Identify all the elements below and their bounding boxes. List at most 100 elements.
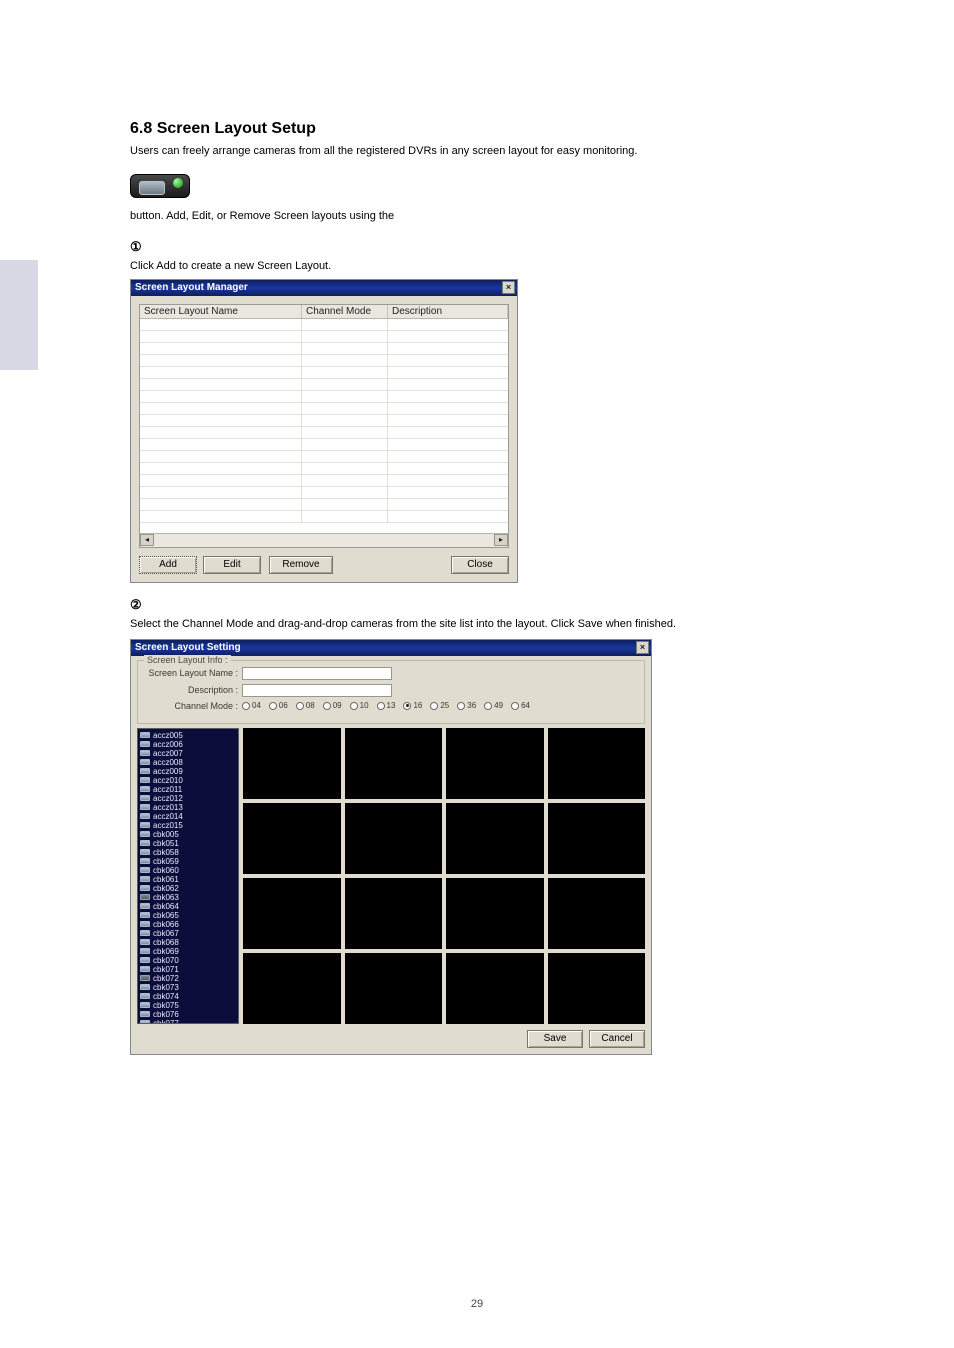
- tree-item[interactable]: accz011: [140, 785, 236, 794]
- layout-cell[interactable]: [446, 953, 544, 1024]
- tree-item[interactable]: cbk064: [140, 902, 236, 911]
- tree-item[interactable]: cbk076: [140, 1010, 236, 1019]
- table-row[interactable]: [140, 391, 508, 403]
- tree-item[interactable]: accz009: [140, 767, 236, 776]
- layout-cell[interactable]: [345, 878, 443, 949]
- layout-cell[interactable]: [446, 878, 544, 949]
- radio-channel-36[interactable]: 36: [457, 701, 476, 710]
- radio-channel-13[interactable]: 13: [377, 701, 396, 710]
- radio-channel-08[interactable]: 08: [296, 701, 315, 710]
- screen-layout-name-field[interactable]: [242, 667, 392, 680]
- radio-channel-49[interactable]: 49: [484, 701, 503, 710]
- radio-channel-16[interactable]: 16: [403, 701, 422, 710]
- tree-item[interactable]: cbk075: [140, 1001, 236, 1010]
- close-button[interactable]: Close: [451, 556, 509, 574]
- table-row[interactable]: [140, 343, 508, 355]
- radio-channel-06[interactable]: 06: [269, 701, 288, 710]
- table-row[interactable]: [140, 319, 508, 331]
- tree-item[interactable]: accz007: [140, 749, 236, 758]
- tree-item[interactable]: cbk065: [140, 911, 236, 920]
- radio-channel-25[interactable]: 25: [430, 701, 449, 710]
- layout-cell[interactable]: [243, 878, 341, 949]
- col-channel-mode[interactable]: Channel Mode: [302, 305, 388, 318]
- tree-item[interactable]: cbk071: [140, 965, 236, 974]
- layout-cell[interactable]: [548, 878, 646, 949]
- tree-item[interactable]: accz014: [140, 812, 236, 821]
- tree-item[interactable]: cbk074: [140, 992, 236, 1001]
- dvr-icon: [140, 930, 150, 936]
- dvr-icon: [140, 975, 150, 981]
- close-icon[interactable]: ×: [636, 641, 649, 654]
- tree-item[interactable]: cbk058: [140, 848, 236, 857]
- tree-item[interactable]: accz015: [140, 821, 236, 830]
- scroll-right-icon[interactable]: ▸: [494, 534, 508, 546]
- tree-item[interactable]: cbk067: [140, 929, 236, 938]
- radio-label: 04: [252, 701, 261, 710]
- tree-item[interactable]: cbk051: [140, 839, 236, 848]
- radio-channel-04[interactable]: 04: [242, 701, 261, 710]
- tree-item[interactable]: accz005: [140, 731, 236, 740]
- tree-item[interactable]: cbk072: [140, 974, 236, 983]
- scroll-left-icon[interactable]: ◂: [140, 534, 154, 546]
- layout-cell[interactable]: [548, 953, 646, 1024]
- table-row[interactable]: [140, 451, 508, 463]
- table-row[interactable]: [140, 475, 508, 487]
- radio-channel-10[interactable]: 10: [350, 701, 369, 710]
- tree-item[interactable]: accz006: [140, 740, 236, 749]
- layout-cell[interactable]: [345, 953, 443, 1024]
- add-button[interactable]: Add: [139, 556, 197, 574]
- tree-item[interactable]: cbk069: [140, 947, 236, 956]
- tree-item[interactable]: cbk068: [140, 938, 236, 947]
- tree-item[interactable]: cbk063: [140, 893, 236, 902]
- tree-item[interactable]: cbk070: [140, 956, 236, 965]
- tree-item[interactable]: cbk066: [140, 920, 236, 929]
- edit-button[interactable]: Edit: [203, 556, 261, 574]
- tree-item[interactable]: accz008: [140, 758, 236, 767]
- h-scrollbar[interactable]: ◂ ▸: [140, 533, 508, 547]
- layout-cell[interactable]: [243, 953, 341, 1024]
- layout-cell[interactable]: [446, 728, 544, 799]
- close-icon[interactable]: ×: [502, 281, 515, 294]
- layout-cell[interactable]: [548, 803, 646, 874]
- radio-channel-09[interactable]: 09: [323, 701, 342, 710]
- step1-marker: ①: [130, 239, 824, 255]
- table-row[interactable]: [140, 511, 508, 523]
- tree-item[interactable]: accz010: [140, 776, 236, 785]
- col-screen-layout-name[interactable]: Screen Layout Name: [140, 305, 302, 318]
- table-row[interactable]: [140, 439, 508, 451]
- tree-item[interactable]: cbk060: [140, 866, 236, 875]
- table-row[interactable]: [140, 367, 508, 379]
- table-row[interactable]: [140, 463, 508, 475]
- save-button[interactable]: Save: [527, 1030, 583, 1048]
- description-field[interactable]: [242, 684, 392, 697]
- cancel-button[interactable]: Cancel: [589, 1030, 645, 1048]
- table-row[interactable]: [140, 499, 508, 511]
- dvr-icon: [140, 786, 150, 792]
- layout-cell[interactable]: [243, 803, 341, 874]
- layout-cell[interactable]: [345, 728, 443, 799]
- radio-channel-64[interactable]: 64: [511, 701, 530, 710]
- table-row[interactable]: [140, 379, 508, 391]
- tree-item[interactable]: cbk061: [140, 875, 236, 884]
- table-row[interactable]: [140, 355, 508, 367]
- layout-grid[interactable]: [243, 728, 645, 1024]
- table-row[interactable]: [140, 403, 508, 415]
- site-tree[interactable]: accz005accz006accz007accz008accz009accz0…: [137, 728, 239, 1024]
- remove-button[interactable]: Remove: [269, 556, 333, 574]
- table-row[interactable]: [140, 427, 508, 439]
- tree-item[interactable]: cbk005: [140, 830, 236, 839]
- tree-item[interactable]: cbk073: [140, 983, 236, 992]
- tree-item[interactable]: accz013: [140, 803, 236, 812]
- tree-item[interactable]: cbk062: [140, 884, 236, 893]
- table-row[interactable]: [140, 331, 508, 343]
- layout-cell[interactable]: [548, 728, 646, 799]
- col-description[interactable]: Description: [388, 305, 508, 318]
- tree-item[interactable]: accz012: [140, 794, 236, 803]
- layout-cell[interactable]: [446, 803, 544, 874]
- tree-item[interactable]: cbk077: [140, 1019, 236, 1024]
- layout-cell[interactable]: [345, 803, 443, 874]
- tree-item[interactable]: cbk059: [140, 857, 236, 866]
- layout-cell[interactable]: [243, 728, 341, 799]
- table-row[interactable]: [140, 487, 508, 499]
- table-row[interactable]: [140, 415, 508, 427]
